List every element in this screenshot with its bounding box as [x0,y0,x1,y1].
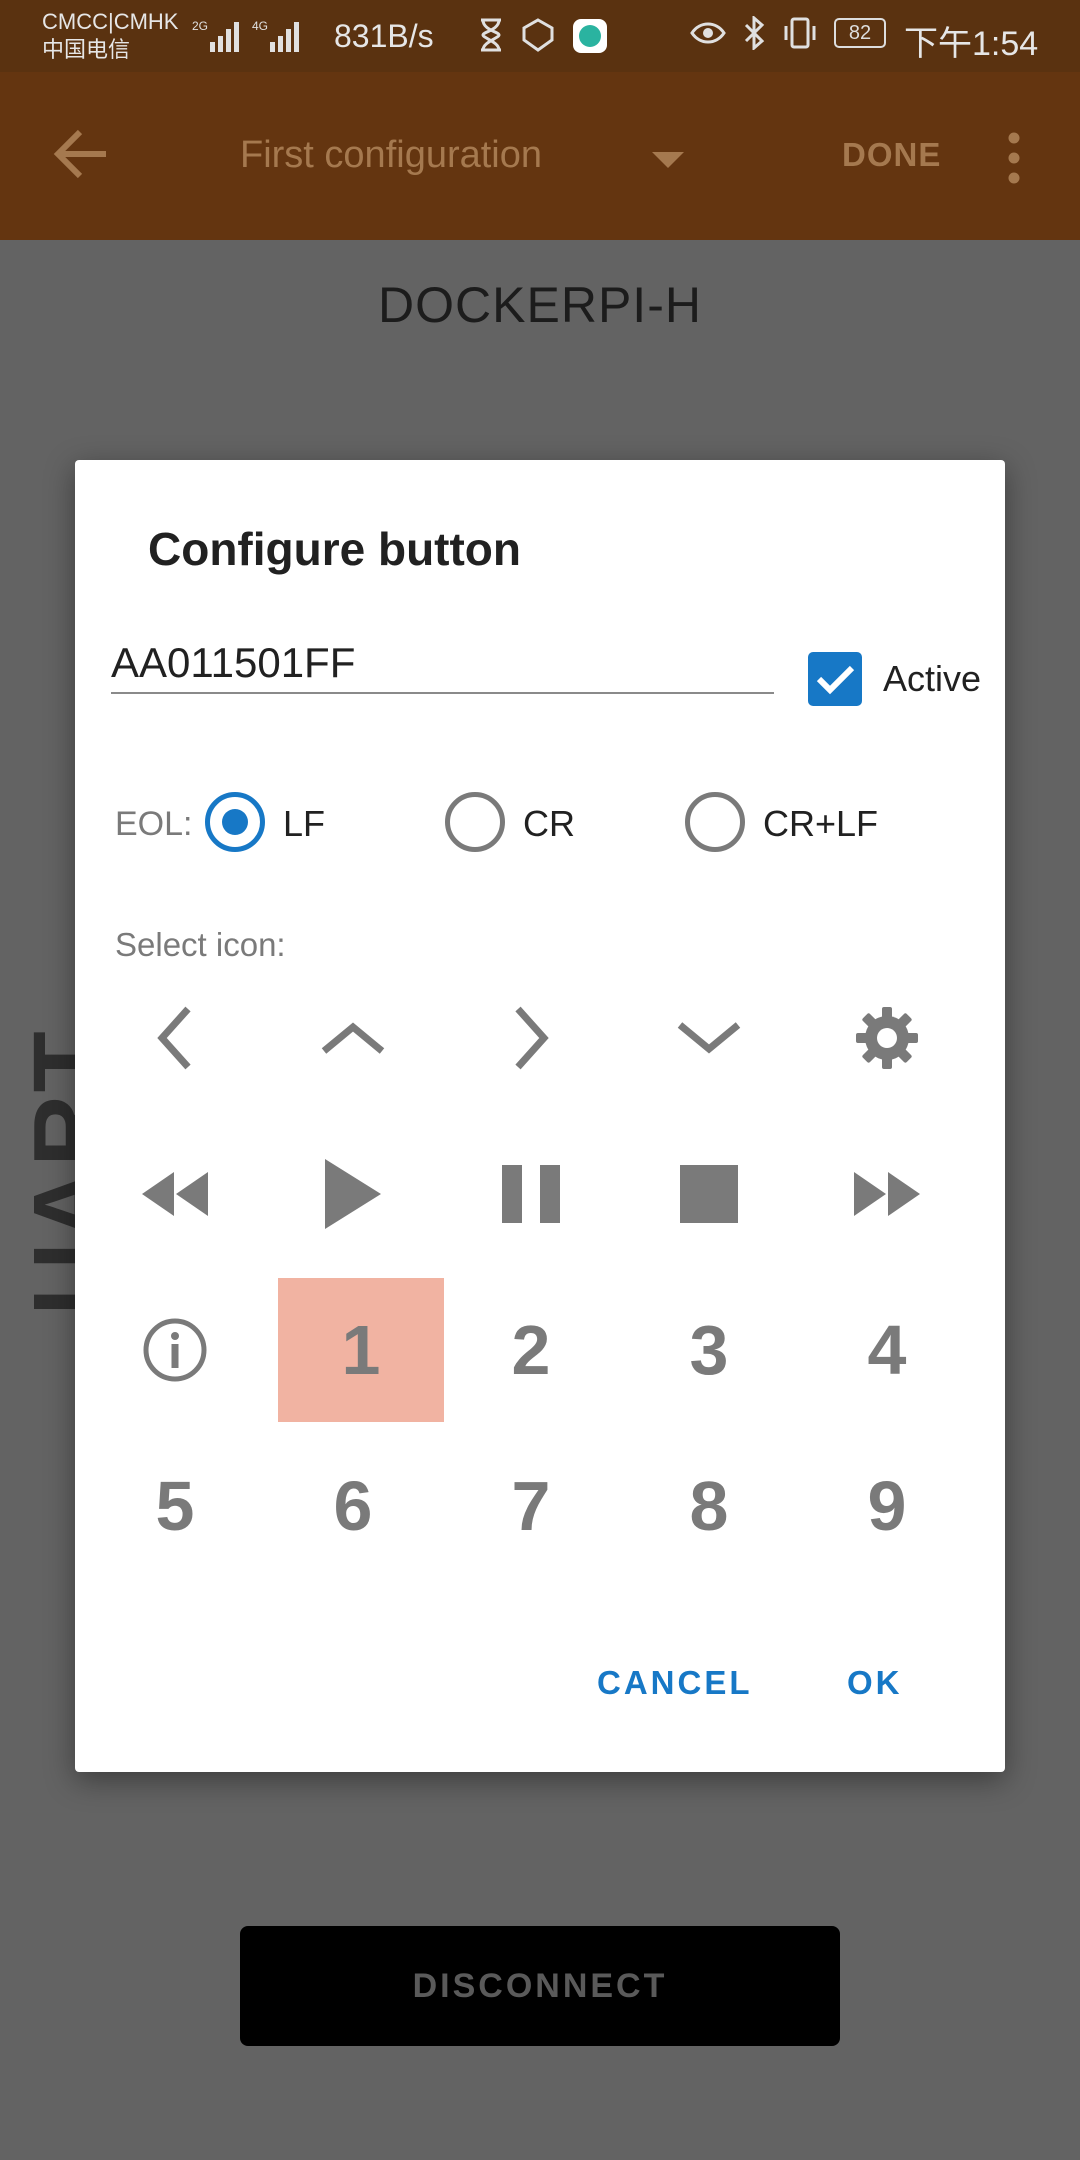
icon-number-6-label: 6 [333,1467,373,1545]
configure-button-dialog: Configure button Active EOL: LF CR CR+LF… [75,460,1005,1772]
eol-cr-radio[interactable] [445,792,505,852]
disconnect-button[interactable]: DISCONNECT [240,1926,840,2046]
carrier-line-2: 中国电信 [42,37,131,62]
icon-number-2[interactable]: 2 [448,1278,614,1422]
eol-crlf-radio[interactable] [685,792,745,852]
icon-number-8[interactable]: 8 [626,1434,792,1578]
icon-number-4[interactable]: 4 [804,1278,970,1422]
icon-number-7[interactable]: 7 [448,1434,614,1578]
chevron-left-icon[interactable] [92,966,258,1110]
chevron-right-icon[interactable] [448,966,614,1110]
bluetooth-icon [744,16,765,50]
icon-number-6[interactable]: 6 [270,1434,436,1578]
overflow-menu-icon[interactable] [1004,132,1024,189]
battery-icon: 82 [834,18,886,48]
play-icon[interactable] [270,1122,436,1266]
rewind-icon[interactable] [92,1122,258,1266]
eol-cr-label: CR [523,803,575,844]
status-bar: CMCC|CMHK 中国电信 2G 4G 831B/s 82 下午1:54 [0,0,1080,72]
clock: 下午1:54 [904,25,1039,63]
eol-lf-radio[interactable] [205,792,265,852]
stop-icon[interactable] [626,1122,792,1266]
svg-text:2G: 2G [192,19,208,33]
icon-number-2-label: 2 [511,1311,551,1389]
icon-number-1-label: 1 [341,1311,381,1389]
notification-icons [478,18,608,54]
icon-number-3[interactable]: 3 [626,1278,792,1422]
network-speed: 831B/s [334,18,434,54]
hourglass-icon [481,18,501,52]
cancel-button[interactable]: CANCEL [597,1664,753,1702]
pause-icon[interactable] [448,1122,614,1266]
done-button[interactable]: DONE [842,136,941,174]
carrier-line-1: CMCC|CMHK [42,9,179,34]
icon-number-4-label: 4 [867,1311,907,1389]
active-checkbox[interactable] [808,652,862,706]
signal-icon: 2G 4G [192,16,312,61]
dialog-title: Configure button [148,523,522,575]
shield-icon [522,18,554,52]
eye-icon [690,22,726,44]
fast-forward-icon[interactable] [804,1122,970,1266]
configuration-title[interactable]: First configuration [240,134,542,177]
gear-icon[interactable] [804,966,970,1110]
icon-number-5[interactable]: 5 [92,1434,258,1578]
app-bar: First configuration DONE [0,72,1080,240]
eol-label: EOL: [115,805,193,843]
app-icon [573,19,607,53]
vibrate-icon [784,17,816,49]
icon-number-9[interactable]: 9 [804,1434,970,1578]
icon-number-3-label: 3 [689,1311,729,1389]
carrier-info: CMCC|CMHK 中国电信 [42,8,178,64]
dropdown-caret-icon[interactable] [652,152,684,175]
icon-number-7-label: 7 [511,1467,551,1545]
icon-number-9-label: 9 [867,1467,907,1545]
chevron-down-icon[interactable] [626,966,792,1110]
info-icon[interactable] [92,1278,258,1422]
command-input[interactable] [111,640,774,694]
back-arrow-icon[interactable] [52,128,112,185]
svg-text:4G: 4G [252,19,268,33]
select-icon-label: Select icon: [115,926,286,963]
ok-button[interactable]: OK [847,1664,903,1702]
system-icons: 82 [690,16,886,50]
icon-number-1[interactable]: 1 [278,1278,444,1422]
active-label: Active [883,658,982,699]
device-name: DOCKERPI-H [378,277,702,333]
eol-lf-label: LF [283,803,326,844]
eol-crlf-label: CR+LF [763,803,879,844]
chevron-up-icon[interactable] [270,966,436,1110]
icon-number-8-label: 8 [689,1467,729,1545]
icon-number-5-label: 5 [155,1467,195,1545]
